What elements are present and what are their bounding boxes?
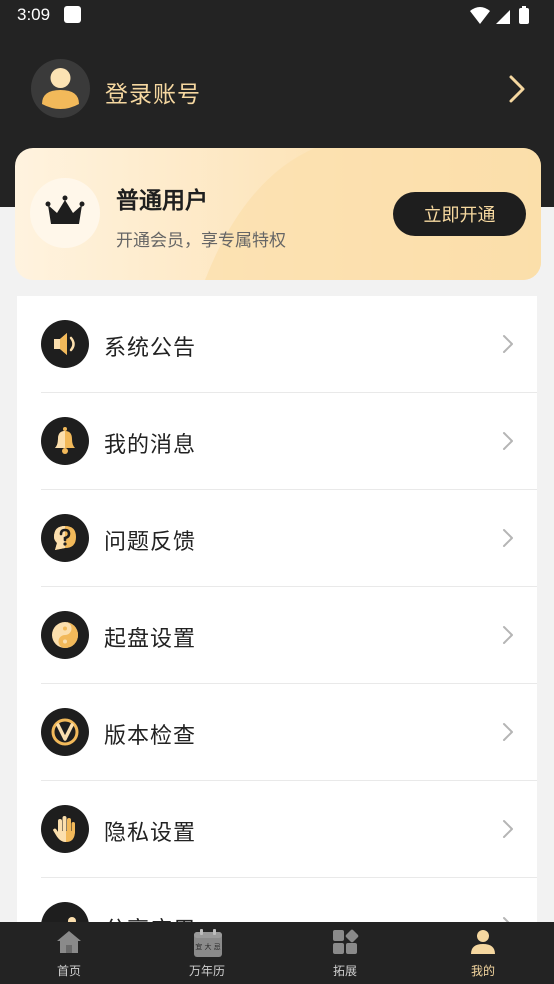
user-avatar-icon [42, 68, 79, 109]
hand-icon [41, 805, 89, 853]
crown-badge [30, 178, 100, 248]
chevron-right-icon [503, 335, 513, 353]
profile-icon [471, 930, 495, 954]
nav-label: 我的 [470, 964, 495, 978]
avatar[interactable] [31, 59, 90, 118]
share-icon [41, 902, 89, 922]
menu-label: 系统公告 [104, 336, 197, 361]
login-label[interactable]: 登录账号 [105, 75, 201, 109]
menu-label: 隐私设置 [104, 821, 197, 846]
menu-label: 起盘设置 [104, 627, 197, 652]
chevron-right-icon [503, 626, 513, 644]
settings-menu: 系统公告 我的消息 问题反馈 起盘设置 版本检查 隐私设置 [17, 296, 537, 922]
nav-item-calendar[interactable]: 宜 大 忌 万年历 [138, 922, 276, 984]
menu-label: 我的消息 [104, 433, 197, 458]
nav-label: 首页 [56, 964, 81, 978]
menu-item-announcement[interactable]: 系统公告 [17, 296, 537, 393]
nav-item-extensions[interactable]: 拓展 [276, 922, 414, 984]
bell-icon [41, 417, 89, 465]
nav-label: 万年历 [188, 964, 225, 978]
menu-item-privacy[interactable]: 隐私设置 [17, 781, 537, 878]
question-icon [41, 514, 89, 562]
profile-screen: 3:09 登录账号 普通用户 开通会员，享专属特权 立即开通 系统公告 我的消息… [0, 0, 554, 984]
apps-icon [333, 929, 359, 954]
chevron-right-icon [503, 529, 513, 547]
yin-yang-icon [41, 611, 89, 659]
notification-icon [64, 6, 81, 23]
menu-item-feedback[interactable]: 问题反馈 [17, 490, 537, 587]
status-icons [470, 6, 529, 24]
status-time: 3:09 [17, 5, 51, 24]
battery-icon [519, 8, 529, 24]
home-icon [57, 931, 81, 953]
menu-item-share-app[interactable]: 分享应用 [17, 878, 537, 922]
calendar-icon: 宜 大 忌 [194, 929, 222, 957]
chevron-right-icon [503, 820, 513, 838]
nav-label: 拓展 [332, 964, 357, 978]
calendar-icon-text: 宜 大 忌 [195, 942, 220, 951]
bottom-nav: 首页 宜 大 忌 万年历 拓展 我的 [0, 922, 554, 984]
chevron-right-icon [503, 432, 513, 450]
login-row[interactable]: 登录账号 [31, 59, 531, 119]
wifi-icon [470, 7, 490, 24]
status-bar: 3:09 [0, 0, 554, 32]
open-vip-button[interactable]: 立即开通 [393, 192, 526, 236]
crown-icon [45, 195, 85, 224]
menu-item-version-check[interactable]: 版本检查 [17, 684, 537, 781]
menu-item-chart-settings[interactable]: 起盘设置 [17, 587, 537, 684]
signal-icon [496, 10, 510, 24]
nav-item-home[interactable]: 首页 [0, 922, 138, 984]
speaker-icon [41, 320, 89, 368]
vip-subtitle: 开通会员，享专属特权 [116, 231, 286, 251]
menu-label: 问题反馈 [104, 530, 197, 555]
chevron-right-icon [503, 723, 513, 741]
menu-item-messages[interactable]: 我的消息 [17, 393, 537, 490]
vip-title: 普通用户 [116, 188, 208, 214]
menu-label: 版本检查 [104, 724, 197, 749]
version-icon [41, 708, 89, 756]
chevron-right-icon[interactable] [501, 74, 531, 104]
nav-item-mine[interactable]: 我的 [414, 922, 552, 984]
chevron-right-icon [503, 917, 510, 922]
vip-card: 普通用户 开通会员，享专属特权 立即开通 [15, 148, 541, 280]
menu-label: 分享应用 [104, 912, 196, 922]
